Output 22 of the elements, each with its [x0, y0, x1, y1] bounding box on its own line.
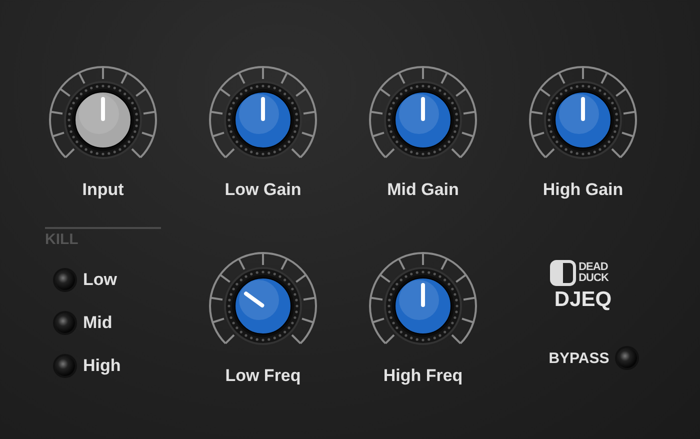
switch-label: Low — [83, 270, 117, 290]
switch-label: Mid — [83, 313, 112, 333]
switch-label: High — [83, 356, 121, 376]
knob-label: Low Freq — [225, 366, 301, 386]
product-name: DJEQ — [554, 288, 612, 312]
led-button[interactable] — [617, 348, 638, 368]
logo-icon — [550, 260, 576, 286]
knob-label: Input — [82, 180, 124, 200]
knob-label: High Freq — [383, 366, 463, 386]
bypass-label: BYPASS — [548, 350, 610, 366]
led-button[interactable] — [55, 313, 75, 333]
knob-pointer[interactable] — [421, 283, 425, 307]
brand-name: DUCK — [578, 273, 608, 284]
brand-name: DEAD — [578, 262, 608, 273]
knob-pointer[interactable] — [581, 97, 585, 121]
led-button[interactable] — [55, 270, 75, 290]
knob-pointer[interactable] — [421, 97, 425, 121]
knob-label: Mid Gain — [387, 180, 459, 200]
led-button[interactable] — [55, 356, 75, 376]
knob-label: High Gain — [542, 180, 624, 200]
knob-pointer[interactable] — [261, 97, 265, 121]
knob-label: Low Gain — [224, 180, 302, 200]
